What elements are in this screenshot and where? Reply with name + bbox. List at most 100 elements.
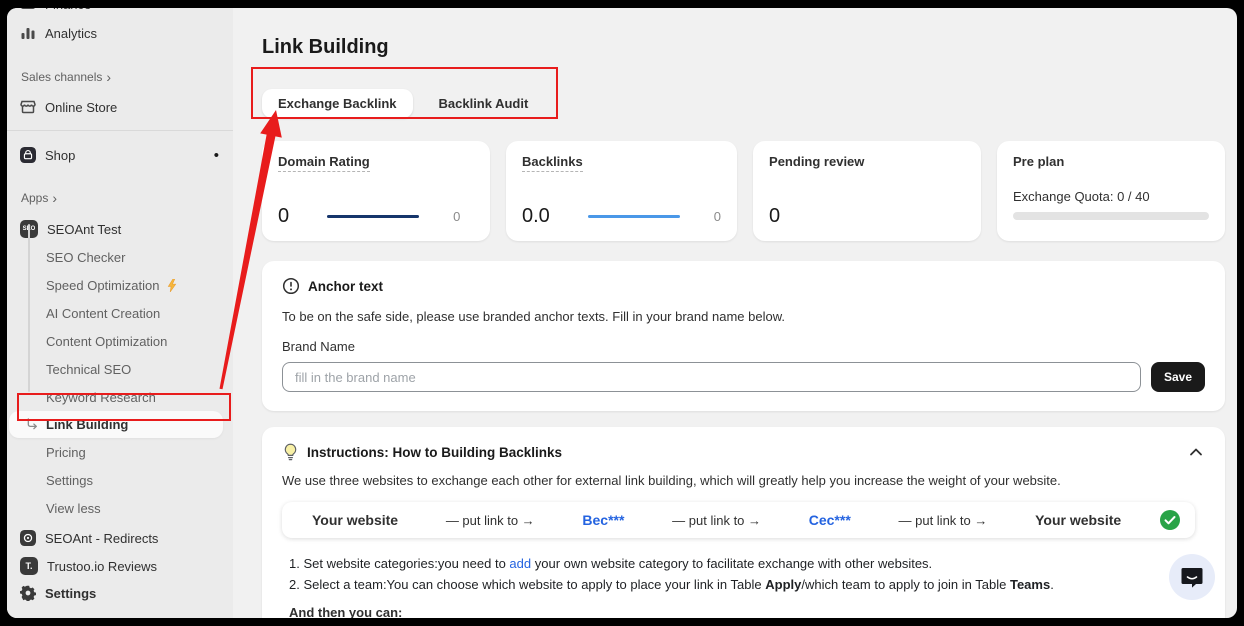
- sidebar-item-seoant-test[interactable]: SEO SEOAnt Test: [7, 215, 233, 243]
- stat-title: Pending review: [769, 154, 864, 169]
- chat-widget-button[interactable]: [1169, 554, 1215, 600]
- stat-card-backlinks: Backlinks 0.0 0: [506, 141, 737, 241]
- sidebar-item-online-store[interactable]: Online Store: [7, 94, 233, 120]
- brand-name-input[interactable]: [282, 362, 1141, 392]
- brand-name-label: Brand Name: [282, 339, 1205, 354]
- instructions-panel: Instructions: How to Building Backlinks …: [262, 427, 1225, 618]
- step-2: 2. Select a team:You can choose which we…: [289, 575, 1205, 596]
- flow-site-link[interactable]: Bec***: [582, 512, 624, 528]
- sidebar-item-label: Link Building: [46, 417, 128, 432]
- stat-trend-line: [588, 215, 680, 218]
- app-window: Finance Analytics Sales channels › Onlin…: [7, 8, 1237, 618]
- collapse-button[interactable]: [1187, 445, 1205, 459]
- step-1: 1. Set website categories:you need to ad…: [289, 554, 1205, 575]
- chevron-right-icon: ›: [106, 69, 111, 85]
- sidebar-item-label: Keyword Research: [46, 390, 156, 405]
- sidebar-item-label: Technical SEO: [46, 362, 131, 377]
- sidebar: Finance Analytics Sales channels › Onlin…: [7, 8, 233, 618]
- sidebar-item-label: Speed Optimization: [46, 278, 159, 293]
- trustoo-app-icon: T.: [20, 557, 38, 575]
- sidebar-item-label: SEOAnt - Redirects: [45, 531, 158, 546]
- sidebar-item-speed-optimization[interactable]: Speed Optimization: [7, 271, 233, 299]
- chat-bubble-icon: [1179, 564, 1205, 590]
- panel-title: Instructions: How to Building Backlinks: [307, 445, 562, 460]
- save-button[interactable]: Save: [1151, 362, 1205, 392]
- stat-title[interactable]: Backlinks: [522, 154, 583, 172]
- exchange-quota-label: Exchange Quota: 0 / 40: [1013, 189, 1209, 204]
- chevron-right-icon: ›: [52, 190, 57, 206]
- sidebar-item-label: Online Store: [45, 100, 117, 115]
- sidebar-item-label: Settings: [45, 586, 96, 601]
- sidebar-item-label: Settings: [46, 473, 93, 488]
- page-title: Link Building: [262, 36, 1225, 59]
- sidebar-item-label: AI Content Creation: [46, 306, 160, 321]
- sidebar-item-technical-seo[interactable]: Technical SEO: [7, 355, 233, 383]
- quota-progress-bar: [1013, 212, 1209, 220]
- stat-value: 0.0: [522, 205, 550, 228]
- stat-card-pending-review: Pending review 0: [753, 141, 981, 241]
- shop-icon: [20, 147, 36, 163]
- anchor-description: To be on the safe side, please use brand…: [282, 309, 1205, 324]
- gear-icon: [20, 585, 36, 601]
- sidebar-item-seoant-redirects[interactable]: SEOAnt - Redirects: [7, 524, 233, 552]
- sidebar-item-shop[interactable]: Shop •: [7, 141, 233, 169]
- sidebar-item-view-less[interactable]: View less: [7, 494, 233, 522]
- tab-exchange-backlink[interactable]: Exchange Backlink: [262, 89, 413, 118]
- sidebar-item-settings-sub[interactable]: Settings: [7, 466, 233, 494]
- sidebar-item-seo-checker[interactable]: SEO Checker: [7, 243, 233, 271]
- notification-dot: •: [214, 148, 219, 163]
- lightning-icon: [166, 279, 178, 292]
- stat-card-domain-rating: Domain Rating 0 0: [262, 141, 490, 241]
- add-link[interactable]: add: [509, 556, 531, 571]
- sidebar-item-label: Finance: [45, 8, 91, 12]
- sidebar-divider: [7, 130, 233, 131]
- stat-card-pre-plan: Pre plan Exchange Quota: 0 / 40: [997, 141, 1225, 241]
- sidebar-item-content-optimization[interactable]: Content Optimization: [7, 327, 233, 355]
- analytics-icon: [20, 25, 36, 41]
- sidebar-item-finance[interactable]: Finance: [7, 8, 233, 14]
- stats-row: Domain Rating 0 0 Backlinks 0.0 0 Pendin…: [262, 141, 1225, 241]
- stat-title: Pre plan: [1013, 154, 1064, 169]
- sidebar-item-label: SEO Checker: [46, 250, 125, 265]
- instructions-description: We use three websites to exchange each o…: [282, 473, 1205, 488]
- section-label: Sales channels: [21, 70, 102, 84]
- online-store-icon: [20, 99, 36, 115]
- sidebar-item-ai-content-creation[interactable]: AI Content Creation: [7, 299, 233, 327]
- sidebar-item-pricing[interactable]: Pricing: [7, 438, 233, 466]
- sidebar-item-label: Pricing: [46, 445, 86, 460]
- flow-connector: — put link to →: [889, 513, 998, 528]
- flow-node-your-website: Your website: [1035, 512, 1121, 528]
- sidebar-item-label: View less: [46, 501, 101, 516]
- flow-connector: — put link to →: [662, 513, 771, 528]
- stat-title[interactable]: Domain Rating: [278, 154, 370, 172]
- flow-site-link[interactable]: Cec***: [809, 512, 851, 528]
- sidebar-section-apps[interactable]: Apps ›: [7, 189, 233, 207]
- arrow-branch-icon: [26, 418, 39, 431]
- sidebar-item-label: Trustoo.io Reviews: [47, 559, 157, 574]
- sidebar-section-sales-channels[interactable]: Sales channels ›: [7, 68, 233, 86]
- stat-secondary-value: 0: [453, 209, 460, 224]
- tab-backlink-audit[interactable]: Backlink Audit: [423, 89, 545, 118]
- stat-secondary-value: 0: [714, 209, 721, 224]
- redirects-app-icon: [20, 530, 36, 546]
- sidebar-item-analytics[interactable]: Analytics: [7, 20, 233, 46]
- anchor-text-panel: Anchor text To be on the safe side, plea…: [262, 261, 1225, 411]
- sidebar-item-keyword-research[interactable]: Keyword Research: [7, 383, 233, 411]
- next-steps-heading: And then you can:: [282, 605, 1205, 618]
- stat-trend-line: [327, 215, 419, 218]
- sidebar-item-label: SEOAnt Test: [47, 222, 121, 237]
- lightbulb-icon: [282, 443, 299, 461]
- alert-circle-icon: [282, 277, 300, 295]
- instruction-steps: 1. Set website categories:you need to ad…: [282, 554, 1205, 596]
- sidebar-item-link-building-selected[interactable]: Link Building: [9, 411, 223, 438]
- section-label: Apps: [21, 191, 48, 205]
- panel-title: Anchor text: [308, 279, 383, 294]
- tab-bar: Exchange Backlink Backlink Audit: [262, 89, 1225, 118]
- backlink-flow-diagram: Your website — put link to → Bec*** — pu…: [282, 502, 1195, 538]
- sidebar-item-settings[interactable]: Settings: [7, 576, 233, 610]
- flow-connector: — put link to →: [436, 513, 545, 528]
- finance-icon: [20, 8, 36, 12]
- stat-value: 0: [278, 205, 289, 228]
- sidebar-item-label: Shop: [45, 148, 75, 163]
- check-circle-icon: [1159, 509, 1181, 531]
